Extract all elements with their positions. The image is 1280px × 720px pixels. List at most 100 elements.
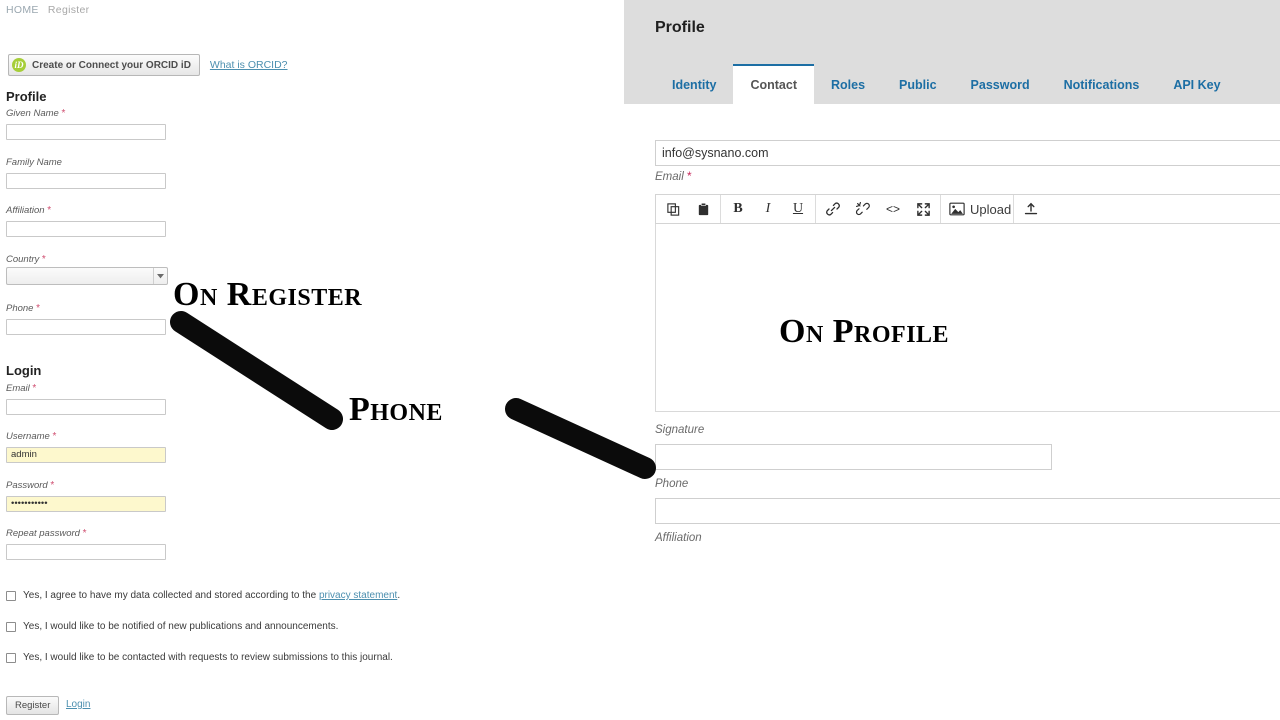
- bold-icon[interactable]: B: [723, 195, 753, 223]
- code-icon[interactable]: <>: [878, 195, 908, 223]
- toolbar-group-clipboard: [656, 195, 721, 223]
- required-asterisk: *: [52, 431, 57, 442]
- page-title: Profile: [655, 19, 705, 36]
- country-select[interactable]: [6, 267, 168, 285]
- consent-privacy-checkbox[interactable]: [6, 591, 16, 601]
- consent-notifications-checkbox[interactable]: [6, 622, 16, 632]
- username-input[interactable]: [6, 446, 166, 463]
- field-family-name: Family Name: [6, 157, 166, 189]
- annotation-phone: Phone: [349, 391, 443, 428]
- affiliation-input[interactable]: [6, 220, 166, 237]
- profile-phone-label: Phone: [655, 478, 689, 490]
- tab-public[interactable]: Public: [882, 64, 954, 104]
- profile-email-input[interactable]: [655, 140, 1280, 166]
- toolbar-group-file: [1014, 195, 1048, 223]
- consent-reviewer-label: Yes, I would like to be contacted with r…: [23, 652, 393, 663]
- consent-row-privacy[interactable]: Yes, I agree to have my data collected a…: [6, 590, 400, 602]
- what-is-orcid-link[interactable]: What is ORCID?: [210, 59, 288, 71]
- copy-icon[interactable]: [658, 195, 688, 223]
- email-input[interactable]: [6, 398, 166, 415]
- register-page: HOME Register iD Create or Connect your …: [0, 0, 624, 720]
- annotation-on-register: On Register: [173, 276, 363, 313]
- field-email-label: Email *: [6, 383, 37, 394]
- field-phone: Phone *: [6, 303, 166, 335]
- consent-row-reviewer[interactable]: Yes, I would like to be contacted with r…: [6, 652, 393, 664]
- field-username: Username *: [6, 431, 166, 463]
- required-asterisk: *: [41, 254, 46, 265]
- consent-privacy-label: Yes, I agree to have my data collected a…: [23, 590, 401, 601]
- field-affiliation-label: Affiliation *: [6, 205, 52, 216]
- required-asterisk: *: [32, 383, 37, 394]
- profile-signature-input[interactable]: [655, 444, 1052, 470]
- underline-icon[interactable]: U: [783, 195, 813, 223]
- link-icon[interactable]: [818, 195, 848, 223]
- phone-input[interactable]: [6, 318, 166, 335]
- orcid-row: iD Create or Connect your ORCID iD What …: [8, 54, 288, 76]
- image-upload-button[interactable]: Upload: [943, 195, 1011, 223]
- orcid-logo-icon: iD: [12, 58, 26, 72]
- privacy-statement-link[interactable]: privacy statement: [319, 590, 397, 601]
- toolbar-group-upload: Upload: [941, 195, 1015, 223]
- required-asterisk: *: [47, 205, 52, 216]
- profile-email-label: Email *: [655, 169, 692, 183]
- italic-icon[interactable]: I: [753, 195, 783, 223]
- field-given-name: Given Name *: [6, 108, 166, 140]
- breadcrumb: HOME Register: [6, 4, 89, 16]
- toolbar-group-insert: <>: [816, 195, 941, 223]
- upload-button-label: Upload: [970, 201, 1012, 217]
- field-username-label: Username *: [6, 431, 57, 442]
- field-family-name-label: Family Name: [6, 157, 62, 168]
- fullscreen-icon[interactable]: [908, 195, 938, 223]
- orcid-button-label: Create or Connect your ORCID iD: [32, 59, 191, 71]
- field-password: Password *: [6, 480, 166, 512]
- breadcrumb-separator: [39, 4, 48, 16]
- field-country-label: Country *: [6, 254, 46, 265]
- field-repeat-password-label: Repeat password *: [6, 528, 87, 539]
- consent-notifications-label: Yes, I would like to be notified of new …: [23, 621, 339, 632]
- signature-rich-text-editor: B I U <> Upload: [655, 194, 1280, 412]
- tab-password[interactable]: Password: [954, 64, 1047, 104]
- profile-phone-input[interactable]: [655, 498, 1280, 524]
- password-input[interactable]: [6, 495, 166, 512]
- required-asterisk: *: [61, 108, 66, 119]
- field-email: Email *: [6, 383, 166, 415]
- profile-signature-label: Signature: [655, 424, 705, 436]
- given-name-input[interactable]: [6, 123, 166, 140]
- field-password-label: Password *: [6, 480, 55, 491]
- family-name-input[interactable]: [6, 172, 166, 189]
- repeat-password-input[interactable]: [6, 543, 166, 560]
- breadcrumb-current: Register: [47, 4, 90, 16]
- field-repeat-password: Repeat password *: [6, 528, 166, 560]
- required-asterisk: *: [50, 480, 55, 491]
- field-given-name-label: Given Name *: [6, 108, 66, 119]
- required-asterisk: *: [36, 303, 41, 314]
- tab-notifications[interactable]: Notifications: [1047, 64, 1157, 104]
- tab-api-key[interactable]: API Key: [1156, 64, 1237, 104]
- profile-section-heading: Profile: [6, 89, 47, 104]
- required-asterisk: *: [82, 528, 87, 539]
- consent-reviewer-checkbox[interactable]: [6, 653, 16, 663]
- breadcrumb-home-link[interactable]: HOME: [6, 4, 39, 16]
- unlink-icon[interactable]: [848, 195, 878, 223]
- register-submit-button[interactable]: Register: [6, 696, 60, 715]
- annotation-on-profile: On Profile: [779, 313, 950, 350]
- profile-field-email: Email *: [655, 140, 1280, 183]
- required-asterisk: *: [686, 169, 692, 183]
- screenshot-root: HOME Register iD Create or Connect your …: [0, 0, 1280, 720]
- tab-identity[interactable]: Identity: [655, 64, 733, 104]
- orcid-connect-button[interactable]: iD Create or Connect your ORCID iD: [8, 54, 200, 76]
- field-phone-label: Phone *: [6, 303, 41, 314]
- editor-toolbar: B I U <> Upload: [655, 194, 1280, 224]
- profile-affiliation-label: Affiliation: [655, 532, 702, 544]
- consent-row-notifications[interactable]: Yes, I would like to be notified of new …: [6, 621, 338, 633]
- profile-tabs: Identity Contact Roles Public Password N…: [655, 64, 1238, 104]
- tab-roles[interactable]: Roles: [814, 64, 882, 104]
- tab-contact[interactable]: Contact: [733, 64, 814, 104]
- file-upload-icon[interactable]: [1016, 195, 1046, 223]
- paste-icon[interactable]: [688, 195, 718, 223]
- field-country: Country *: [6, 254, 168, 285]
- chevron-down-icon: [153, 268, 167, 284]
- field-affiliation: Affiliation *: [6, 205, 166, 237]
- signature-editor-body[interactable]: [655, 224, 1280, 412]
- login-link[interactable]: Login: [66, 699, 90, 710]
